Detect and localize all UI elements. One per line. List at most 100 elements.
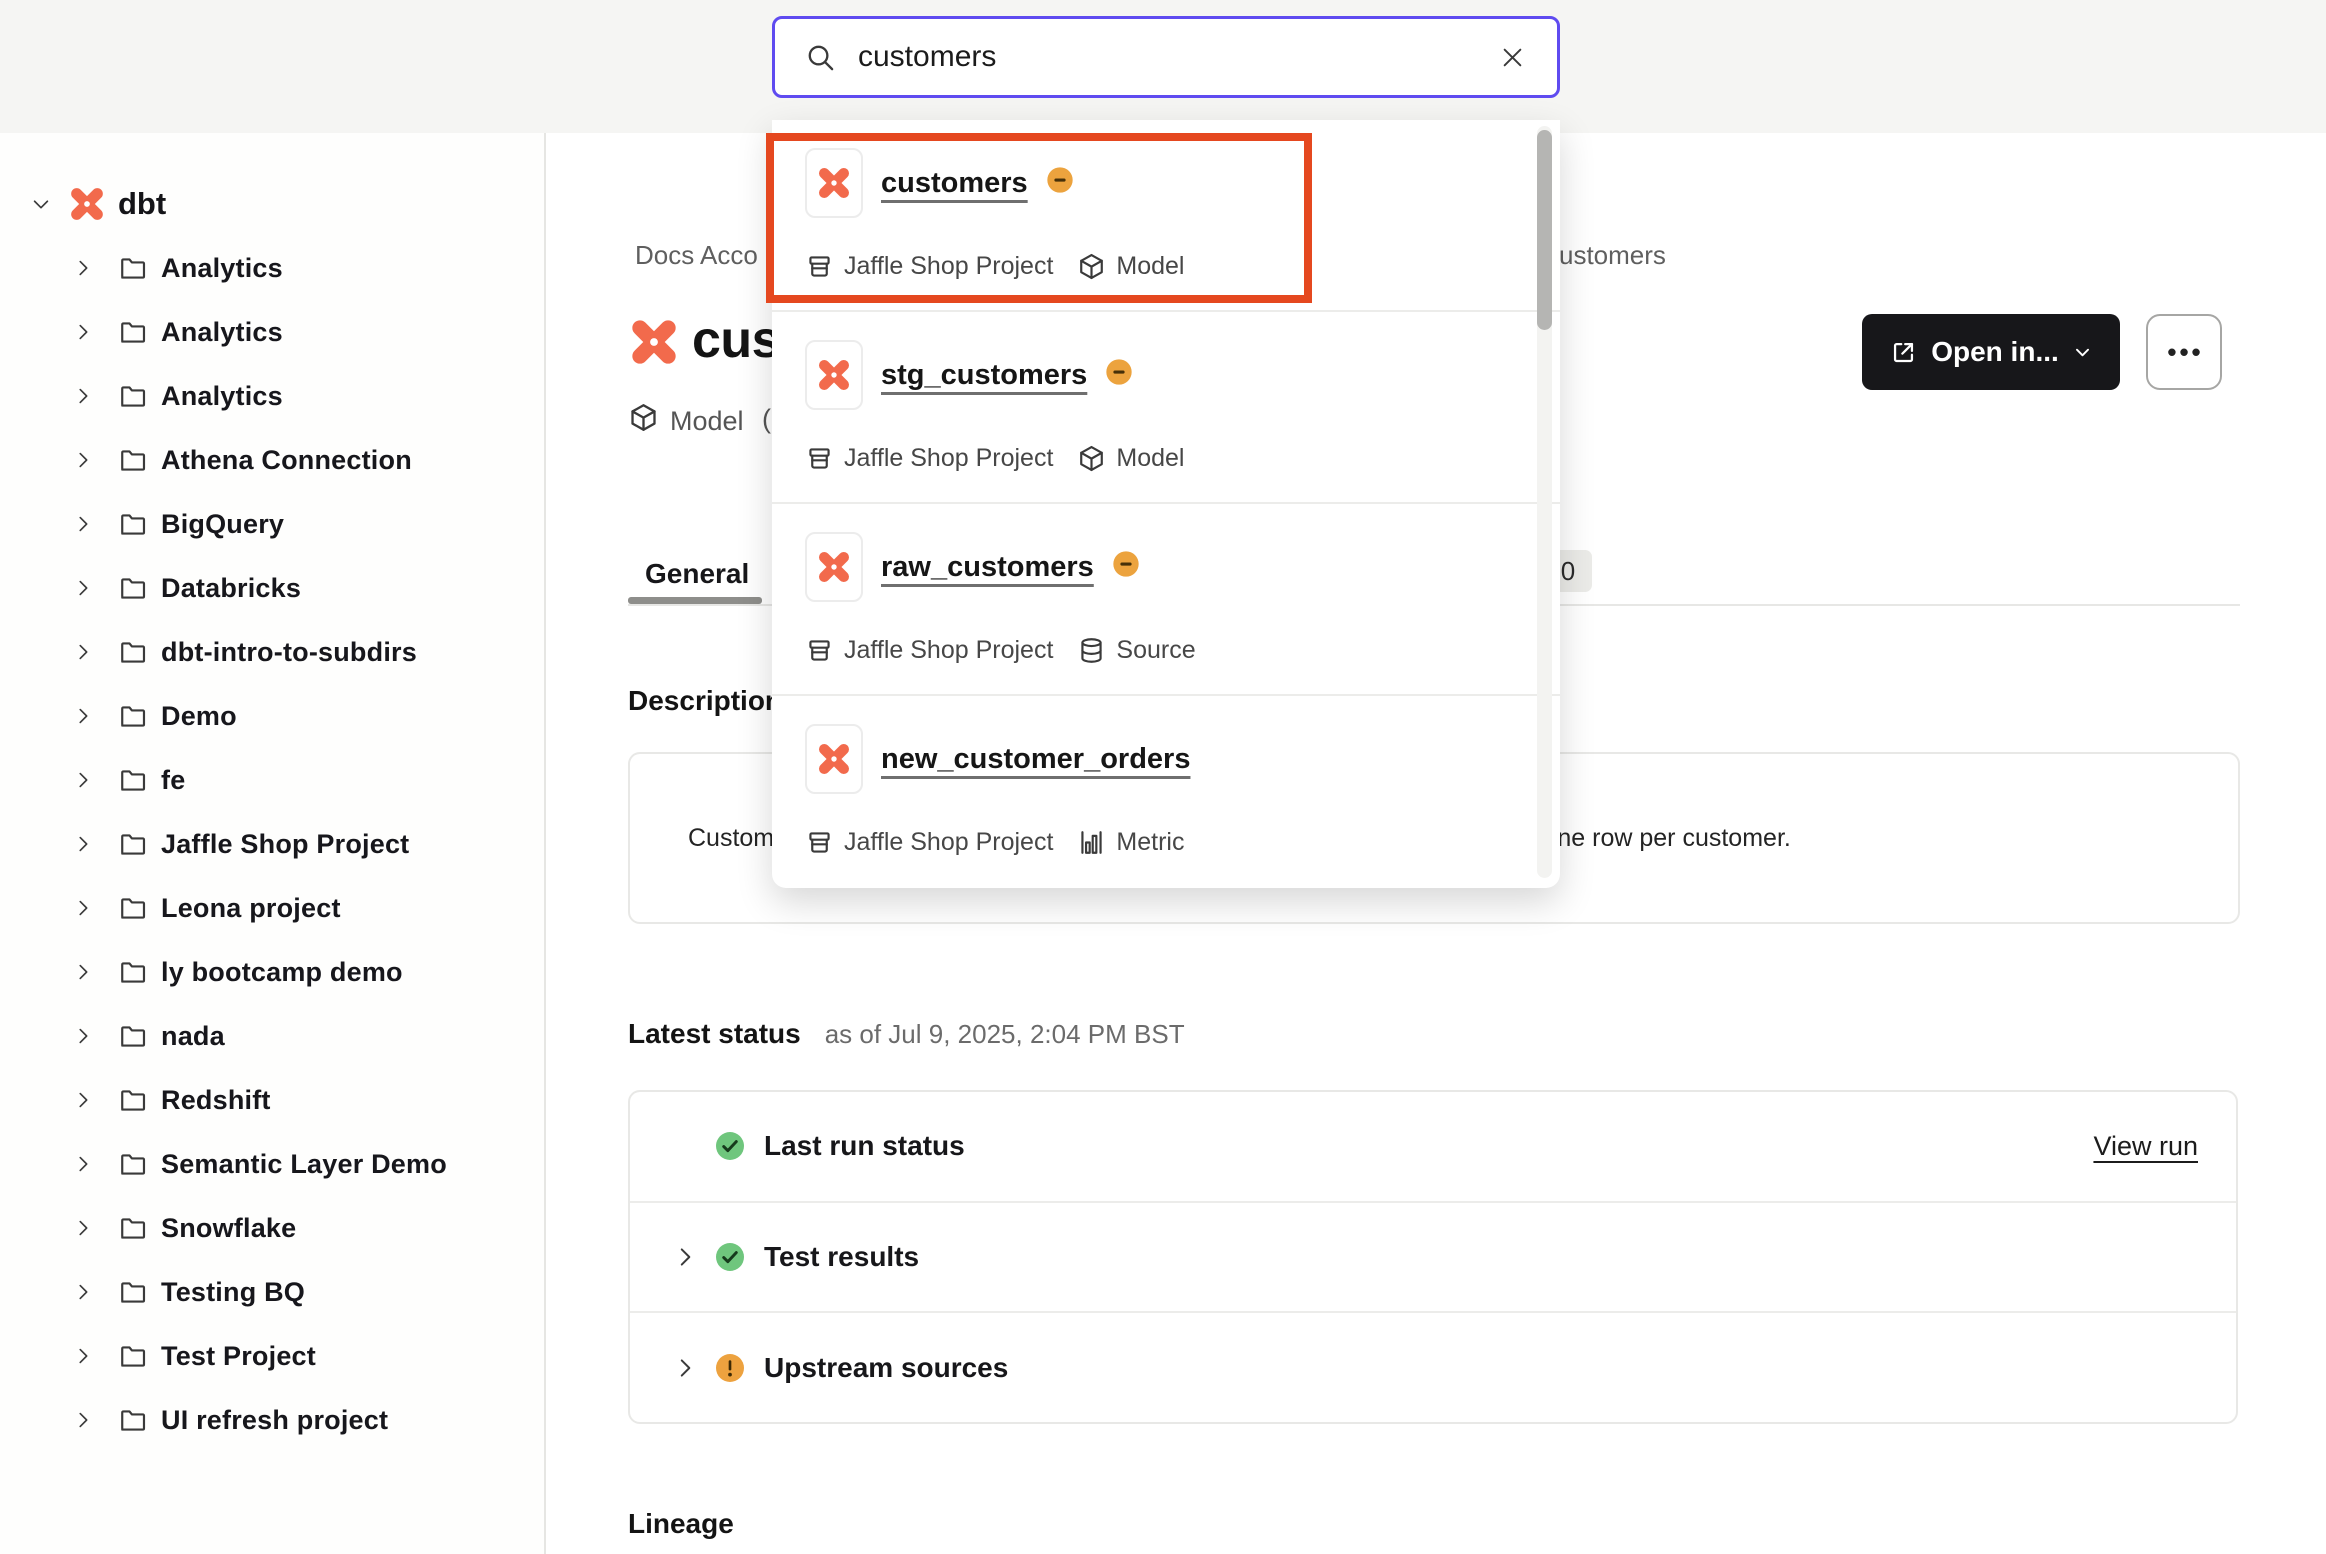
chevron-right-icon[interactable]: [72, 1217, 94, 1239]
sidebar-item-label: Leona project: [161, 893, 341, 924]
sidebar-item-demo[interactable]: Demo: [0, 684, 544, 748]
sidebar-item-label: Databricks: [161, 573, 301, 604]
upstream-sources-row[interactable]: Upstream sources: [630, 1311, 2236, 1422]
model-cube-icon: [628, 402, 659, 433]
search-result-stg-customers[interactable]: stg_customers Jaffle Shop Project Model: [772, 312, 1560, 504]
chevron-right-icon[interactable]: [72, 961, 94, 983]
chevron-right-icon[interactable]: [72, 833, 94, 855]
sidebar-item-analytics-2[interactable]: Analytics: [0, 300, 544, 364]
sidebar-item-nada[interactable]: nada: [0, 1004, 544, 1068]
resource-type-label: Model: [670, 406, 744, 437]
sidebar-item-testing-bq[interactable]: Testing BQ: [0, 1260, 544, 1324]
folder-icon: [118, 766, 147, 795]
sidebar-item-ly-bootcamp-demo[interactable]: ly bootcamp demo: [0, 940, 544, 1004]
sidebar-item-snowflake[interactable]: Snowflake: [0, 1196, 544, 1260]
result-name-link[interactable]: new_customer_orders: [881, 743, 1190, 776]
last-run-status-label: Last run status: [764, 1130, 965, 1162]
project-tree: dbt Analytics Analytics Analytics Athen: [0, 172, 544, 1452]
search-results-dropdown: customers Jaffle Shop Project Model stg_…: [772, 120, 1560, 888]
test-results-row[interactable]: Test results: [630, 1201, 2236, 1312]
result-name-link[interactable]: raw_customers: [881, 551, 1094, 584]
open-in-label: Open in...: [1931, 336, 2059, 368]
global-search-bar[interactable]: [772, 16, 1560, 98]
sidebar-item-label: BigQuery: [161, 509, 284, 540]
sidebar-item-leona-project[interactable]: Leona project: [0, 876, 544, 940]
result-name-link[interactable]: customers: [881, 167, 1028, 200]
sidebar-item-label: Snowflake: [161, 1213, 296, 1244]
folder-icon: [118, 1150, 147, 1179]
chevron-right-icon[interactable]: [72, 321, 94, 343]
sidebar-item-label: Analytics: [161, 381, 283, 412]
tab-general[interactable]: General: [645, 558, 749, 590]
dbt-logo-icon: [816, 357, 852, 393]
dropdown-scrollbar-thumb[interactable]: [1537, 130, 1552, 330]
sidebar-item-label: dbt-intro-to-subdirs: [161, 637, 417, 668]
sidebar-item-label: fe: [161, 765, 185, 796]
chevron-right-icon[interactable]: [72, 1345, 94, 1367]
open-in-button[interactable]: Open in...: [1862, 314, 2120, 390]
search-result-raw-customers[interactable]: raw_customers Jaffle Shop Project Source: [772, 504, 1560, 696]
chevron-right-icon[interactable]: [672, 1244, 698, 1270]
sidebar-item-label: Test Project: [161, 1341, 316, 1372]
chevron-down-icon: [2073, 343, 2092, 362]
model-cube-icon: [1077, 444, 1106, 473]
result-tile: [805, 532, 863, 602]
search-result-new-customer-orders[interactable]: new_customer_orders Jaffle Shop Project …: [772, 696, 1560, 888]
sidebar-item-analytics-3[interactable]: Analytics: [0, 364, 544, 428]
warning-icon: [714, 1352, 746, 1384]
chevron-right-icon[interactable]: [72, 513, 94, 535]
search-input[interactable]: [858, 40, 1498, 74]
close-icon[interactable]: [1498, 43, 1527, 72]
sidebar-item-jaffle-shop-project[interactable]: Jaffle Shop Project: [0, 812, 544, 876]
chevron-right-icon[interactable]: [72, 769, 94, 791]
chevron-right-icon[interactable]: [72, 385, 94, 407]
chevron-right-icon[interactable]: [72, 1409, 94, 1431]
search-icon: [805, 42, 836, 73]
folder-icon: [118, 1086, 147, 1115]
sidebar-item-fe[interactable]: fe: [0, 748, 544, 812]
chevron-right-icon[interactable]: [72, 577, 94, 599]
more-actions-button[interactable]: •••: [2146, 314, 2222, 390]
sidebar-item-test-project[interactable]: Test Project: [0, 1324, 544, 1388]
chevron-right-icon[interactable]: [72, 641, 94, 663]
success-check-icon: [714, 1241, 746, 1273]
chevron-right-icon[interactable]: [72, 897, 94, 919]
meta-paren-fragment: (: [762, 404, 771, 435]
sidebar-item-athena-connection[interactable]: Athena Connection: [0, 428, 544, 492]
result-name-link[interactable]: stg_customers: [881, 359, 1087, 392]
chevron-right-icon[interactable]: [72, 1153, 94, 1175]
search-result-customers[interactable]: customers Jaffle Shop Project Model: [772, 120, 1560, 312]
chevron-right-icon[interactable]: [72, 1025, 94, 1047]
chevron-right-icon[interactable]: [72, 257, 94, 279]
result-project-label: Jaffle Shop Project: [844, 252, 1053, 281]
dbt-explorer-page: dbt Analytics Analytics Analytics Athen: [0, 0, 2326, 1554]
folder-icon: [118, 1342, 147, 1371]
chevron-right-icon[interactable]: [72, 705, 94, 727]
chevron-right-icon[interactable]: [72, 1089, 94, 1111]
sidebar-item-dbt-root[interactable]: dbt: [0, 172, 544, 236]
chevron-right-icon[interactable]: [72, 449, 94, 471]
chevron-down-icon[interactable]: [30, 193, 52, 215]
result-type-label: Model: [1116, 252, 1184, 281]
lineage-heading: Lineage: [628, 1508, 734, 1540]
project-package-icon: [805, 252, 834, 281]
metric-chart-icon: [1077, 828, 1106, 857]
view-run-link[interactable]: View run: [2093, 1131, 2198, 1162]
sidebar-item-label: Demo: [161, 701, 237, 732]
sidebar-item-ui-refresh-project[interactable]: UI refresh project: [0, 1388, 544, 1452]
sidebar-item-bigquery[interactable]: BigQuery: [0, 492, 544, 556]
result-tile: [805, 340, 863, 410]
folder-icon: [118, 446, 147, 475]
last-run-status-row: Last run status View run: [630, 1092, 2236, 1201]
chevron-right-icon[interactable]: [72, 1281, 94, 1303]
sidebar-item-label: nada: [161, 1021, 225, 1052]
sidebar-item-semantic-layer-demo[interactable]: Semantic Layer Demo: [0, 1132, 544, 1196]
ellipsis-icon: •••: [2164, 337, 2203, 368]
sidebar-item-analytics-1[interactable]: Analytics: [0, 236, 544, 300]
sidebar-item-dbt-intro-to-subdirs[interactable]: dbt-intro-to-subdirs: [0, 620, 544, 684]
folder-icon: [118, 574, 147, 603]
sidebar-item-redshift[interactable]: Redshift: [0, 1068, 544, 1132]
result-type-label: Source: [1116, 636, 1195, 665]
sidebar-item-databricks[interactable]: Databricks: [0, 556, 544, 620]
chevron-right-icon[interactable]: [672, 1355, 698, 1381]
